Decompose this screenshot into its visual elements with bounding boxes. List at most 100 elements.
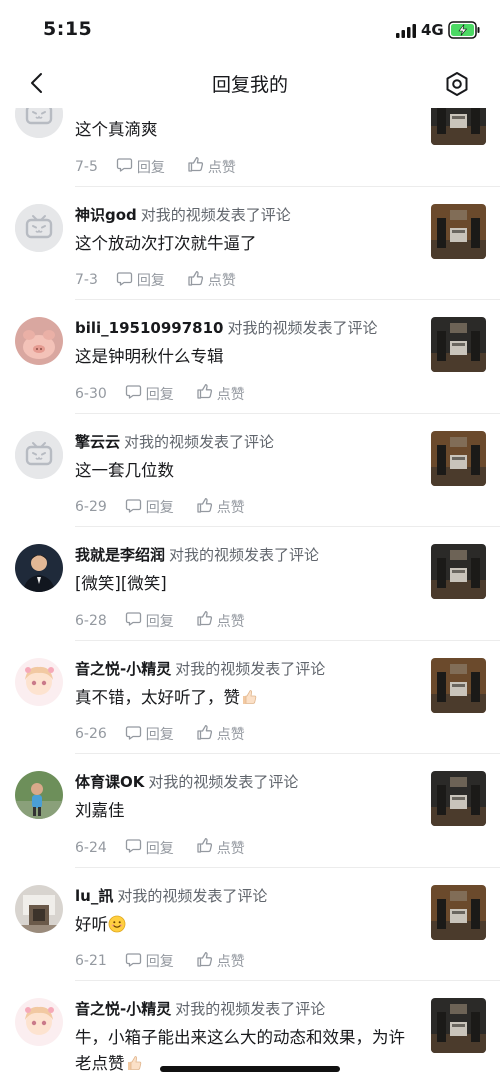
reply-item[interactable]: 音之悦-小精灵 对我的视频发表了评论 真不错，太好听了，赞 6-26 回复 点赞 [0,641,500,755]
reply-label: 回复 [145,386,174,403]
username[interactable]: 体育课OK [75,773,144,791]
cellular-signal-icon [396,24,416,38]
settings-gear-icon[interactable] [443,70,471,98]
reply-date: 7-3 [75,272,98,288]
action-text: 对我的视频发表了评论 [148,773,299,791]
tv-default-icon[interactable] [15,430,63,479]
reply-text: 这是钟明秋什么专辑 [75,347,224,366]
like-button[interactable]: 点赞 [187,156,236,177]
like-button[interactable]: 点赞 [196,497,245,518]
like-button[interactable]: 点赞 [196,383,245,404]
like-button[interactable]: 点赞 [196,724,245,745]
reply-button[interactable]: 回复 [116,156,165,177]
video-thumbnail[interactable] [431,317,486,372]
username[interactable]: 我就是李绍润 [75,546,165,564]
video-thumbnail[interactable] [431,998,486,1053]
thumbs-up-icon [196,383,217,404]
username[interactable]: 音之悦-小精灵 [75,660,171,678]
video-thumbnail[interactable] [431,203,486,259]
like-label: 点赞 [207,273,236,289]
reply-item[interactable]: bili_19510997810 对我的视频发表了评论 这是钟明秋什么专辑 6-30 回… [0,300,500,414]
thumbs-up-icon [196,837,217,858]
video-thumbnail[interactable] [431,430,486,486]
thumbs-up-icon [240,688,258,707]
reply-button[interactable]: 回复 [125,724,174,745]
reply-content[interactable]: 这一套几位数 [75,458,420,484]
reply-list[interactable]: 这个真滴爽 7-5 回复 点赞 神识god 对我的视频发表了评论 这个放动次打次就牛逼了 7-… [0,108,500,1082]
username[interactable]: 擎云云 [75,433,120,451]
video-thumbnail[interactable] [431,108,486,145]
video-thumbnail[interactable] [431,544,486,599]
reply-button[interactable]: 回复 [125,497,174,518]
network-type: 4G [421,21,444,39]
reply-button[interactable]: 回复 [125,951,174,972]
reply-content[interactable]: 刘嘉佳 [75,798,420,824]
reply-item[interactable]: 我就是李绍润 对我的视频发表了评论 [微笑][微笑] 6-28 回复 点赞 [0,527,500,641]
reply-header: lu_訊 对我的视频发表了评论 [75,885,267,906]
anime-avatar[interactable] [15,998,63,1046]
username[interactable]: lu_訊 [75,887,113,905]
reply-item[interactable]: 体育课OK 对我的视频发表了评论 刘嘉佳 6-24 回复 点赞 [0,754,500,868]
reply-icon [125,497,146,518]
username[interactable]: 神识god [75,206,137,224]
thumbs-up-icon [196,724,217,745]
thumbs-up-icon [187,156,208,177]
action-text: 对我的视频发表了评论 [175,659,326,678]
action-text: 对我的视频发表了评论 [117,886,268,905]
video-thumbnail[interactable] [431,884,486,940]
action-text: 对我的视频发表了评论 [175,1000,326,1018]
video-thumbnail[interactable] [431,657,486,713]
reply-button[interactable]: 回复 [116,270,165,291]
reply-icon [116,270,137,291]
reply-button[interactable]: 回复 [125,837,174,858]
reply-content[interactable]: 这是钟明秋什么专辑 [75,344,420,370]
reply-content[interactable]: 好听 [75,912,420,938]
like-label: 点赞 [216,386,245,403]
status-time: 5:15 [43,18,93,40]
reply-date: 7-5 [75,158,98,175]
reply-header: 体育课OK 对我的视频发表了评论 [75,771,298,792]
battery-charging-icon [448,21,480,39]
reply-content[interactable]: 这个放动次打次就牛逼了 [75,231,420,257]
anime-avatar[interactable] [15,657,63,706]
like-label: 点赞 [216,500,245,516]
pig-avatar[interactable] [15,317,63,365]
reply-date: 6-30 [75,385,107,402]
man-avatar[interactable] [15,544,63,592]
reply-header: 音之悦-小精灵 对我的视频发表了评论 [75,998,325,1019]
reply-item[interactable]: 这个真滴爽 7-5 回复 点赞 [0,108,500,187]
tv-default-icon[interactable] [15,203,63,252]
reply-content[interactable]: 这个真滴爽 [75,117,420,143]
thumbs-up-icon [196,497,217,518]
like-label: 点赞 [207,159,236,176]
reply-item[interactable]: lu_訊 对我的视频发表了评论 好听 6-21 回复 点赞 [0,868,500,982]
like-button[interactable]: 点赞 [196,610,245,631]
like-button[interactable]: 点赞 [196,837,245,858]
reply-meta: 7-3 回复 点赞 [75,270,236,291]
like-button[interactable]: 点赞 [187,270,236,291]
child-avatar[interactable] [15,771,63,819]
reply-button[interactable]: 回复 [125,383,174,404]
tv-default-icon[interactable] [15,108,63,138]
reply-button[interactable]: 回复 [125,610,174,631]
reply-header: 我就是李绍润 对我的视频发表了评论 [75,544,319,565]
like-label: 点赞 [216,954,245,970]
reply-label: 回复 [145,840,174,857]
reply-date: 6-29 [75,499,107,515]
reply-icon [125,610,146,631]
reply-text: 这一套几位数 [75,460,174,480]
reply-content[interactable]: [微笑][微笑] [75,571,420,597]
video-thumbnail[interactable] [431,771,486,826]
username[interactable]: bili_19510997810 [75,319,223,337]
page-title: 回复我的 [211,74,288,96]
reply-item[interactable]: 神识god 对我的视频发表了评论 这个放动次打次就牛逼了 7-3 回复 点赞 [0,187,500,301]
room-avatar[interactable] [15,884,63,933]
reply-item[interactable]: 擎云云 对我的视频发表了评论 这一套几位数 6-29 回复 点赞 [0,414,500,528]
reply-content[interactable]: 真不错，太好听了，赞 [75,685,420,711]
like-label: 点赞 [216,727,245,743]
username[interactable]: 音之悦-小精灵 [75,1000,171,1018]
reply-icon [125,724,146,745]
reply-header: 音之悦-小精灵 对我的视频发表了评论 [75,658,325,679]
like-button[interactable]: 点赞 [196,951,245,972]
action-text: 对我的视频发表了评论 [227,319,378,337]
